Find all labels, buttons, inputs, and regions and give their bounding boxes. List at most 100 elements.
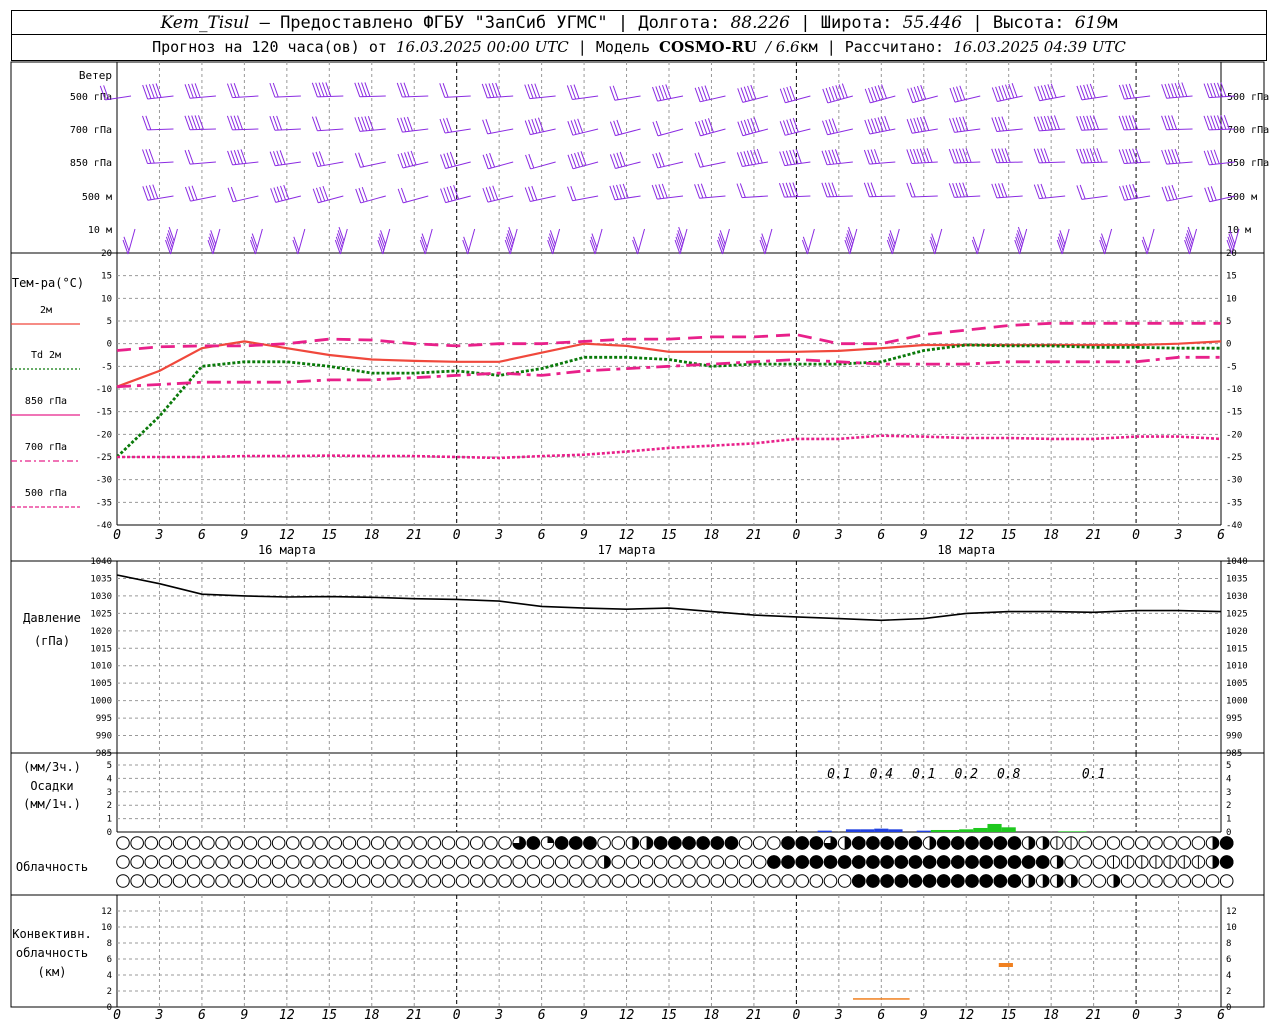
conv-tick-label: 10	[101, 923, 112, 933]
cloud-symbol	[271, 836, 286, 850]
cloud-symbol	[639, 855, 654, 869]
precip-bar	[888, 829, 903, 832]
precip-tick-label: 4	[107, 774, 112, 784]
wind-barb	[954, 95, 981, 103]
hour-tick-label-bottom: 3	[155, 1008, 164, 1023]
cloud-symbol-fill	[1028, 874, 1035, 888]
pressure-tick-label-right: 1040	[1226, 557, 1248, 567]
wind-barb	[275, 161, 301, 167]
cloud-symbol-fill	[653, 836, 668, 850]
cloud-symbol-fill	[823, 855, 838, 869]
temp-tick-label: -20	[96, 430, 112, 440]
cloud-symbol	[710, 874, 725, 888]
cloud-symbol	[668, 874, 682, 888]
wind-barb	[444, 95, 471, 98]
cloud-symbol	[724, 874, 739, 888]
cloud-symbol	[469, 855, 484, 869]
pressure-tick-label: 995	[96, 714, 112, 724]
hour-tick-label: 18	[704, 528, 720, 543]
cloud-symbol-fill	[1007, 855, 1022, 869]
pressure-tick-label-right: 1035	[1226, 574, 1248, 584]
conv-tick-label-right: 4	[1226, 971, 1231, 981]
pressure-tick-label: 1025	[90, 609, 112, 619]
pressure-tick-label-right: 1020	[1226, 627, 1248, 637]
cloud-symbol	[526, 855, 541, 869]
cloud-symbol	[201, 855, 215, 869]
cloud-symbol	[441, 874, 456, 888]
conv-tick-label-right: 2	[1226, 987, 1231, 997]
cloud-symbol	[356, 874, 371, 888]
precip-label-bot: (мм/1ч.)	[23, 797, 81, 811]
cloud-symbol	[498, 836, 512, 850]
hour-tick-label-bottom: 0	[1132, 1008, 1140, 1023]
cloud-symbol	[243, 874, 258, 888]
cloud-symbol-fill	[1007, 874, 1022, 888]
wind-barb	[996, 128, 1023, 133]
cloud-symbol-fill	[1042, 874, 1050, 888]
cloud-symbol-fill	[993, 855, 1008, 869]
cloud-symbol	[611, 855, 626, 869]
cloud-symbol	[455, 874, 470, 888]
cloud-symbol	[215, 855, 229, 869]
precip-label-mid: Осадки	[30, 779, 73, 793]
cloud-symbol	[130, 836, 144, 850]
hour-tick-label-bottom: 12	[619, 1008, 635, 1023]
hour-tick-label-bottom: 0	[792, 1008, 800, 1023]
cloud-symbol	[172, 874, 187, 888]
cloud-symbol	[781, 874, 795, 888]
cloud-symbol	[484, 855, 498, 869]
wind-barb	[1124, 95, 1151, 100]
hour-tick-label: 6	[1217, 528, 1225, 543]
cloud-symbol	[427, 836, 442, 850]
conv-label-1: Конвективн.	[12, 927, 91, 941]
hour-tick-label-bottom: 15	[321, 1008, 337, 1023]
cloud-symbol	[328, 855, 343, 869]
temp-tick-label-right: 10	[1226, 294, 1237, 304]
pressure-tick-label: 990	[96, 732, 112, 742]
wind-level-label: 500 м	[82, 192, 112, 203]
wind-barb	[232, 195, 259, 203]
pressure-tick-label-right: 1030	[1226, 592, 1248, 602]
cloud-symbol	[653, 855, 668, 869]
cloud-symbol-fill	[1212, 836, 1219, 850]
wind-level-label-right: 850 гПа	[1227, 158, 1269, 169]
wind-barb	[147, 161, 174, 165]
hour-tick-label-bottom: 15	[661, 1008, 677, 1023]
cloud-symbol	[569, 855, 583, 869]
temp-tick-label-right: -35	[1226, 498, 1242, 508]
cloud-symbol-fill	[908, 874, 923, 888]
pressure-tick-label-right: 990	[1226, 732, 1242, 742]
hour-tick-label-bottom: 21	[406, 1008, 422, 1023]
hour-tick-label: 0	[792, 528, 800, 543]
precip-annotation: 0.8	[997, 767, 1021, 782]
meteogram: Kem_Tisul — Предоставлено ФГБУ "ЗапСиб У…	[0, 0, 1280, 1024]
wind-barb	[699, 195, 726, 199]
cloud-symbol-fill	[696, 836, 710, 850]
temp-tick-label: 10	[101, 294, 112, 304]
cloud-symbol	[342, 836, 357, 850]
wind-barb	[741, 195, 768, 199]
cloud-symbol	[455, 836, 470, 850]
conv-tick-label: 6	[107, 955, 112, 965]
legend-label: 700 гПа	[25, 442, 67, 453]
precip-bar	[945, 829, 960, 832]
precip-bar	[1058, 831, 1073, 832]
precip-tick-label-right: 2	[1226, 801, 1231, 811]
cloud-symbol	[569, 874, 583, 888]
cloud-symbol	[243, 855, 258, 869]
pressure-tick-label-right: 1015	[1226, 644, 1248, 654]
cloud-symbol	[1177, 874, 1192, 888]
cloud-symbol	[116, 836, 130, 850]
wind-barb	[996, 195, 1023, 199]
wind-barb	[359, 95, 386, 98]
legend-label: 2м	[40, 305, 52, 316]
precip-bar	[959, 829, 974, 832]
hour-tick-label-bottom: 6	[538, 1008, 546, 1023]
temp-tick-label-right: 5	[1226, 317, 1231, 327]
cloud-symbol	[597, 836, 611, 850]
cloud-symbol	[186, 855, 201, 869]
wind-barbs	[99, 82, 1240, 255]
cloud-symbol-fill	[965, 836, 979, 850]
wind-barb	[911, 195, 938, 198]
temp-tick-label-right: 15	[1226, 272, 1237, 282]
